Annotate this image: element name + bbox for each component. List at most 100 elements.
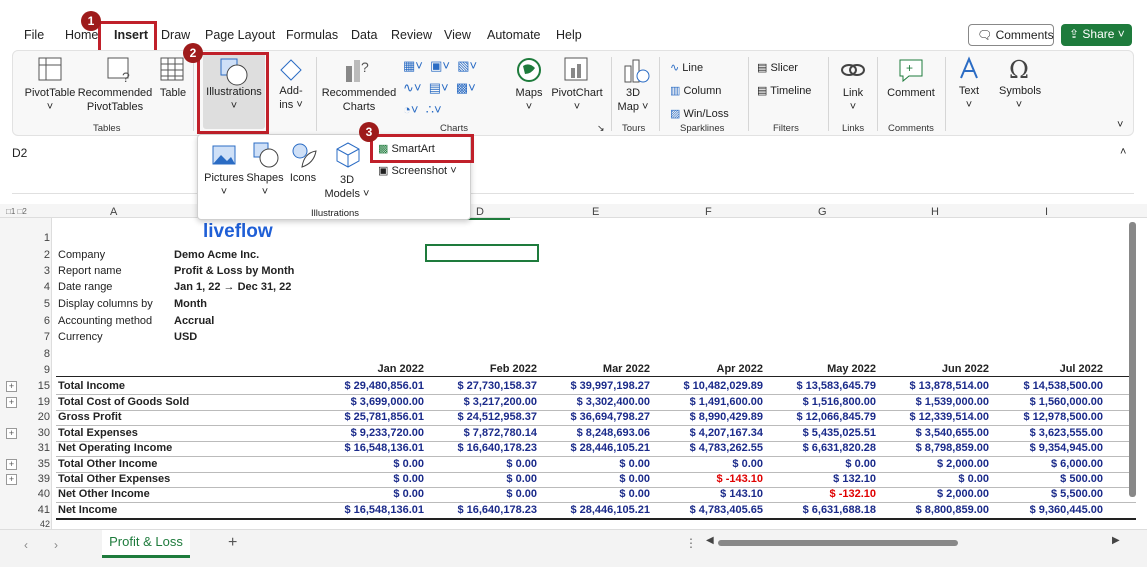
table-cell[interactable]: $ 132.10 [766,473,876,485]
table-cell[interactable]: $ 16,548,136.01 [314,504,424,516]
table-cell[interactable]: $ 143.10 [653,488,763,500]
share-button[interactable]: ⇪ Share ˅ [1061,24,1132,46]
recommended-pivottables-button[interactable]: Recommended PivotTables [77,86,153,114]
table-cell[interactable]: $ 9,233,720.00 [314,427,424,439]
table-cell[interactable]: $ 16,640,178.23 [427,442,537,454]
tab-view[interactable]: View [444,28,471,42]
table-cell[interactable]: $ 6,631,820.28 [766,442,876,454]
column-header-i[interactable]: I [1045,206,1048,218]
tab-data[interactable]: Data [351,28,377,42]
table-cell[interactable]: $ 5,500.00 [993,488,1103,500]
table-cell[interactable]: $ 0.00 [540,473,650,485]
add-sheet-icon[interactable]: + [228,534,237,552]
scroll-left-icon[interactable]: ◀ [706,535,714,546]
pivottable-button[interactable]: PivotTable ˅ [23,86,77,114]
table-cell[interactable]: $ 8,798,859.00 [879,442,989,454]
tab-page-layout[interactable]: Page Layout [205,28,275,42]
tab-help[interactable]: Help [556,28,582,42]
table-cell[interactable]: $ 10,482,029.89 [653,380,763,392]
table-cell[interactable]: $ 16,640,178.23 [427,504,537,516]
recommended-charts-button[interactable]: Recommended Charts [321,86,397,114]
comments-button[interactable]: 🗨 Comments [968,24,1054,46]
outline-level-buttons[interactable]: □1 □2 [6,207,27,216]
table-cell[interactable]: $ 2,000.00 [879,488,989,500]
sparkline-line-button[interactable]: ∿ Line [670,57,729,80]
vertical-scrollbar[interactable] [1129,222,1136,497]
table-cell[interactable]: $ 4,783,405.65 [653,504,763,516]
tab-automate[interactable]: Automate [487,28,541,42]
dialog-launcher-icon[interactable]: ↘ [597,123,605,134]
pivotchart-button[interactable]: PivotChart ˅ [548,86,606,114]
name-box[interactable]: D2 [12,146,27,160]
table-cell[interactable]: $ 3,699,000.00 [314,396,424,408]
table-cell[interactable]: $ 0.00 [427,473,537,485]
table-cell[interactable]: $ 3,217,200.00 [427,396,537,408]
tab-draw[interactable]: Draw [161,28,190,42]
more-options-icon[interactable]: ⋮ [685,536,697,550]
expand-group-button[interactable]: + [6,381,17,392]
table-cell[interactable]: $ 36,694,798.27 [540,411,650,423]
table-cell[interactable]: $ 12,339,514.00 [879,411,989,423]
expand-group-button[interactable]: + [6,459,17,470]
table-cell[interactable]: $ 13,878,514.00 [879,380,989,392]
screenshot-button[interactable]: ▣ Screenshot ˅ [378,164,457,177]
3d-map-button[interactable]: 3D Map ˅ [613,86,653,114]
table-cell[interactable]: $ 1,516,800.00 [766,396,876,408]
table-cell[interactable]: $ 25,781,856.01 [314,411,424,423]
chevron-right-icon[interactable]: › [54,538,58,552]
table-cell[interactable]: $ 16,548,136.01 [314,442,424,454]
timeline-button[interactable]: ▤ Timeline [757,80,811,103]
text-button[interactable]: Text ˅ [953,84,985,112]
maps-button[interactable]: Maps ˅ [511,86,547,114]
table-cell[interactable]: $ 12,066,845.79 [766,411,876,423]
expand-group-button[interactable]: + [6,397,17,408]
table-cell[interactable]: $ 28,446,105.21 [540,504,650,516]
table-cell[interactable]: $ 24,512,958.37 [427,411,537,423]
sparkline-column-button[interactable]: ▥ Column [670,80,729,103]
slicer-button[interactable]: ▤ Slicer [757,57,811,80]
table-button[interactable]: Table [156,86,190,100]
table-cell[interactable]: $ 13,583,645.79 [766,380,876,392]
table-cell[interactable]: $ 9,360,445.00 [993,504,1103,516]
table-cell[interactable]: $ 500.00 [993,473,1103,485]
chevron-up-icon[interactable]: ˄ [1120,146,1126,158]
symbols-button[interactable]: Symbols ˅ [999,84,1041,112]
selected-cell-d2[interactable] [425,244,539,262]
table-cell[interactable]: $ 0.00 [540,458,650,470]
table-cell[interactable]: $ -143.10 [653,473,763,485]
table-cell[interactable]: $ 8,800,859.00 [879,504,989,516]
table-cell[interactable]: $ 6,000.00 [993,458,1103,470]
column-header-e[interactable]: E [592,206,599,218]
table-cell[interactable]: $ 6,631,688.18 [766,504,876,516]
table-cell[interactable]: $ 0.00 [766,458,876,470]
collapse-ribbon-icon[interactable]: ˅ [1117,119,1123,131]
icons-button[interactable]: Icons [286,171,320,185]
table-cell[interactable]: $ 8,990,429.89 [653,411,763,423]
expand-group-button[interactable]: + [6,428,17,439]
table-cell[interactable]: $ -132.10 [766,488,876,500]
scroll-right-icon[interactable]: ▶ [1112,535,1120,546]
column-header-f[interactable]: F [705,206,712,218]
sheet-tab-profit-loss[interactable]: Profit & Loss [102,530,190,558]
table-cell[interactable]: $ 12,978,500.00 [993,411,1103,423]
pictures-button[interactable]: Pictures ˅ [202,171,246,199]
chevron-left-icon[interactable]: ‹ [24,538,28,552]
table-cell[interactable]: $ 3,302,400.00 [540,396,650,408]
table-cell[interactable]: $ 27,730,158.37 [427,380,537,392]
chart-types-gallery[interactable]: ▦˅ ▣˅ ▧˅ ∿˅ ▤˅ ▩˅ ◔˅ ∴˅ [403,55,477,121]
table-cell[interactable]: $ 1,539,000.00 [879,396,989,408]
horizontal-scrollbar[interactable] [718,540,958,546]
table-cell[interactable]: $ 7,872,780.14 [427,427,537,439]
add-ins-button[interactable]: Add-ins ˅ [271,84,311,112]
table-cell[interactable]: $ 0.00 [314,458,424,470]
table-cell[interactable]: $ 5,435,025.51 [766,427,876,439]
table-cell[interactable]: $ 2,000.00 [879,458,989,470]
3d-models-button[interactable]: 3D Models ˅ [322,173,372,201]
table-cell[interactable]: $ 0.00 [314,473,424,485]
shapes-button[interactable]: Shapes ˅ [245,171,285,199]
column-header-g[interactable]: G [818,206,827,218]
table-cell[interactable]: $ 0.00 [427,488,537,500]
tab-review[interactable]: Review [391,28,432,42]
link-button[interactable]: Link ˅ [839,86,867,114]
tab-formulas[interactable]: Formulas [286,28,338,42]
